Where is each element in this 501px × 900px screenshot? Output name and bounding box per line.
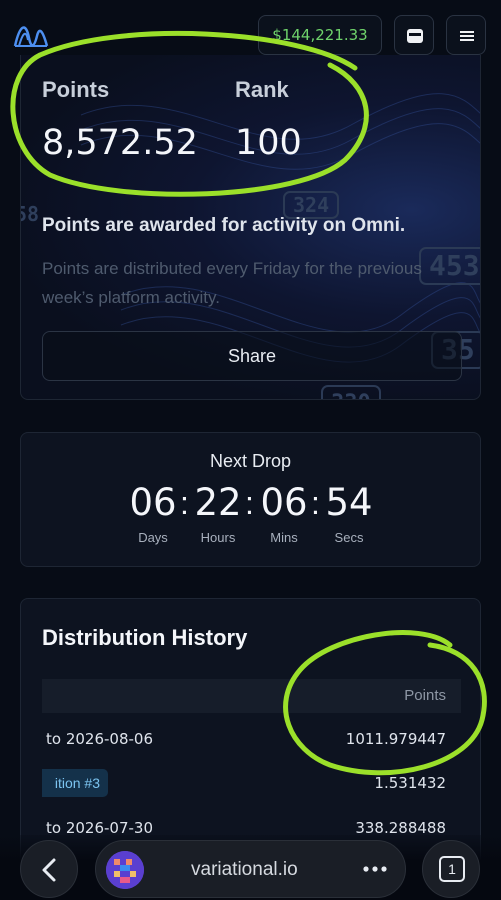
countdown-value: 06 xyxy=(129,481,177,524)
hamburger-menu-icon xyxy=(460,31,474,41)
rank-label: Rank xyxy=(235,77,289,102)
points-distribution-text: Points are distributed every Friday for … xyxy=(42,259,422,307)
table-row[interactable]: ition #3 1.531432 xyxy=(21,767,482,799)
table-row[interactable]: to 2026-08-06 1011.979447 xyxy=(21,723,482,755)
table-header-points: Points xyxy=(42,679,461,713)
tab-count: 1 xyxy=(439,856,465,882)
address-bar[interactable]: variational.io xyxy=(95,840,406,898)
countdown-secs: 54 Secs xyxy=(314,481,384,545)
row-points: 1.531432 xyxy=(374,774,446,792)
points-card: 324 58 453 35 330 Points Rank 8,572.52 1… xyxy=(20,55,481,400)
tabs-button[interactable]: 1 xyxy=(422,840,480,898)
countdown-label: Days xyxy=(138,530,168,545)
countdown-label: Secs xyxy=(334,530,364,545)
competition-badge: ition #3 xyxy=(42,769,108,797)
countdown-hours: 22 Hours xyxy=(183,481,253,545)
background-number: 330 xyxy=(321,385,381,399)
variational-logo-icon[interactable] xyxy=(12,18,50,52)
next-drop-card: Next Drop 06 Days : 22 Hours : 06 Mins :… xyxy=(20,432,481,567)
distribution-history-title: Distribution History xyxy=(42,625,248,650)
menu-button[interactable] xyxy=(446,15,486,55)
site-favicon-icon xyxy=(106,851,144,889)
countdown-days: 06 Days xyxy=(118,481,188,545)
points-value: 8,572.52 xyxy=(42,123,198,163)
row-period: to 2026-08-06 xyxy=(46,730,153,748)
countdown-mins: 06 Mins xyxy=(249,481,319,545)
chevron-left-icon xyxy=(42,858,56,882)
countdown-value: 54 xyxy=(325,481,373,524)
more-dots-icon[interactable] xyxy=(362,859,388,879)
back-button[interactable] xyxy=(20,840,78,898)
countdown-label: Hours xyxy=(200,530,236,545)
share-button[interactable]: Share xyxy=(42,331,462,381)
row-points: 1011.979447 xyxy=(345,730,446,748)
browser-toolbar: variational.io 1 xyxy=(0,835,501,900)
countdown-value: 06 xyxy=(260,481,308,524)
points-awarded-text: Points are awarded for activity on Omni. xyxy=(42,215,406,236)
countdown-value: 22 xyxy=(194,481,242,524)
rank-value: 100 xyxy=(235,123,302,163)
balance-button[interactable]: $144,221.33 xyxy=(258,15,382,55)
url-text: variational.io xyxy=(191,859,298,880)
wallet-icon xyxy=(407,29,423,43)
points-label: Points xyxy=(42,77,110,102)
countdown-label: Mins xyxy=(270,530,298,545)
next-drop-title: Next Drop xyxy=(209,451,292,471)
wallet-button[interactable] xyxy=(394,15,434,55)
